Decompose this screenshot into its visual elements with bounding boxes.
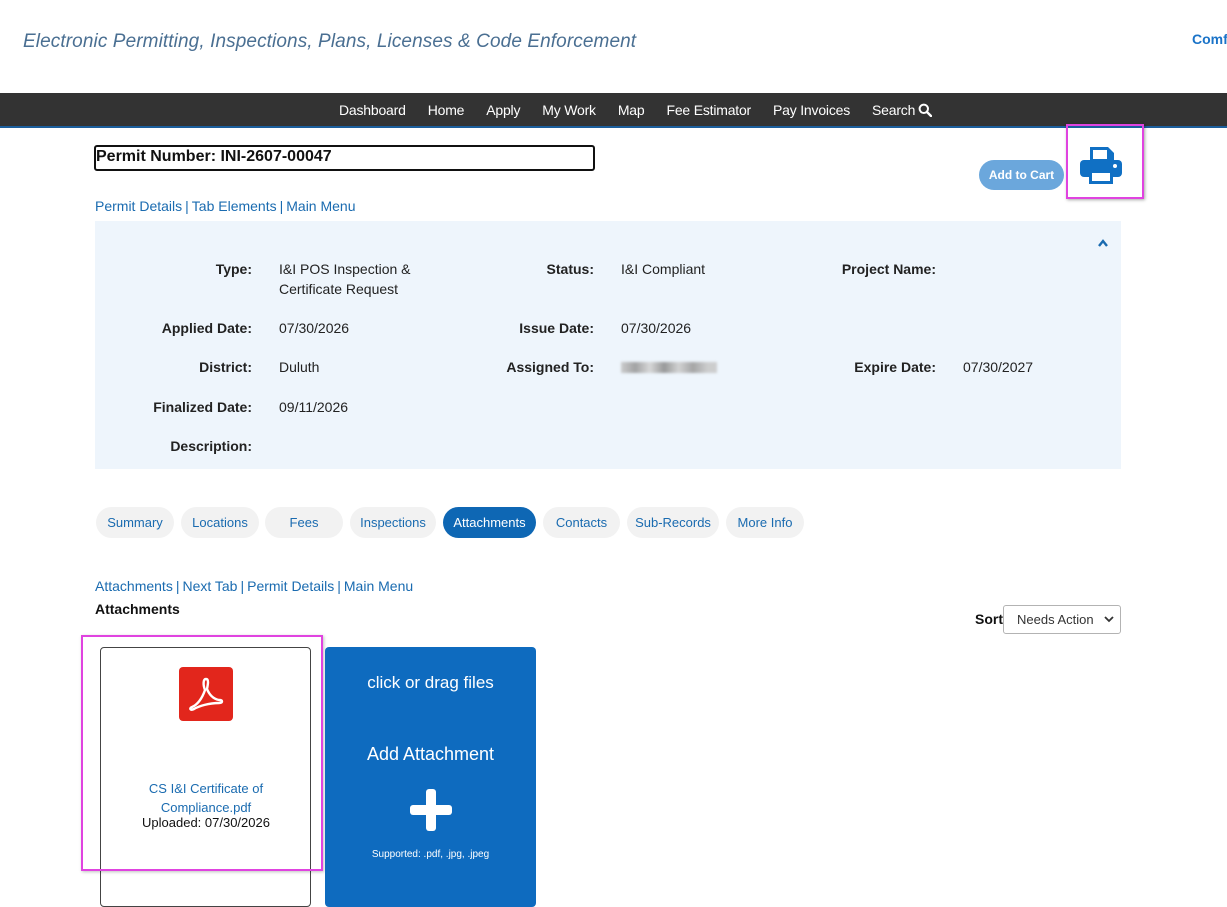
sort-label: Sort bbox=[975, 611, 1003, 627]
permit-number-box: Permit Number: INI-2607-00047 bbox=[94, 145, 595, 171]
tab-fees[interactable]: Fees bbox=[265, 507, 343, 538]
tab-inspections[interactable]: Inspections bbox=[350, 507, 436, 538]
district-value: Duluth bbox=[279, 359, 320, 375]
project-name-label: Project Name: bbox=[841, 261, 936, 277]
expire-date-value: 07/30/2027 bbox=[963, 359, 1034, 375]
permit-details-panel bbox=[95, 221, 1121, 469]
nav-home[interactable]: Home bbox=[428, 102, 465, 118]
search-icon bbox=[918, 103, 933, 117]
link-tab-elements[interactable]: Tab Elements bbox=[192, 198, 277, 214]
tab-attachments[interactable]: Attachments bbox=[443, 507, 536, 538]
dropzone-add-label: Add Attachment bbox=[366, 744, 495, 764]
link-main-menu-2[interactable]: Main Menu bbox=[344, 578, 413, 594]
attachment-links: Attachments | Next Tab | Permit Details | Main… bbox=[95, 578, 414, 594]
type-label: Type: bbox=[215, 261, 252, 277]
tab-contacts[interactable]: Contacts bbox=[543, 507, 620, 538]
plus-icon bbox=[410, 789, 452, 831]
dropzone-prompt: click or drag files bbox=[367, 673, 494, 692]
nav-pay-invoices[interactable]: Pay Invoices bbox=[773, 102, 850, 118]
finalized-date-label: Finalized Date: bbox=[153, 399, 252, 415]
site-title: Electronic Permitting, Inspections, Plan… bbox=[23, 31, 637, 52]
chevron-up-icon[interactable] bbox=[1097, 238, 1109, 248]
nav-dashboard[interactable]: Dashboard bbox=[339, 102, 406, 118]
printer-icon[interactable] bbox=[1079, 145, 1123, 186]
status-value: I&I Compliant bbox=[621, 261, 706, 277]
link-permit-details-2[interactable]: Permit Details bbox=[247, 578, 334, 594]
nav-fee-estimator[interactable]: Fee Estimator bbox=[666, 102, 751, 118]
nav-items: Dashboard Home Apply My Work Map Fee Est… bbox=[339, 93, 954, 126]
link-main-menu[interactable]: Main Menu bbox=[286, 198, 355, 214]
nav-my-work[interactable]: My Work bbox=[542, 102, 596, 118]
sort-select-value: Needs Action bbox=[1017, 612, 1094, 627]
dropzone-supported-types: Supported: .pdf, .jpg, .jpeg bbox=[371, 849, 490, 860]
description-label: Description: bbox=[170, 438, 252, 454]
link-permit-details[interactable]: Permit Details bbox=[95, 198, 182, 214]
header-corner-link[interactable]: Comf bbox=[1192, 31, 1227, 47]
nav-map[interactable]: Map bbox=[618, 102, 645, 118]
main-navbar: Dashboard Home Apply My Work Map Fee Est… bbox=[0, 93, 1227, 128]
tab-locations[interactable]: Locations bbox=[181, 507, 259, 538]
assigned-to-label: Assigned To: bbox=[506, 359, 594, 375]
chevron-down-icon bbox=[1104, 616, 1114, 623]
sort-select[interactable]: Needs Action bbox=[1003, 605, 1121, 634]
finalized-date-value: 09/11/2026 bbox=[279, 399, 349, 415]
issue-date-label: Issue Date: bbox=[519, 320, 594, 336]
status-label: Status: bbox=[546, 261, 594, 277]
issue-date-value: 07/30/2026 bbox=[621, 320, 692, 336]
district-label: District: bbox=[199, 359, 252, 375]
attachment-highlight-box bbox=[81, 635, 323, 871]
add-to-cart-button[interactable]: Add to Cart bbox=[979, 160, 1064, 190]
nav-apply[interactable]: Apply bbox=[486, 102, 520, 118]
attachments-heading: Attachments bbox=[95, 601, 180, 617]
nav-search[interactable]: Search bbox=[872, 101, 933, 118]
applied-date-value: 07/30/2026 bbox=[279, 320, 350, 336]
add-attachment-dropzone[interactable]: click or drag files Add Attachment Suppo… bbox=[325, 647, 536, 907]
type-value: I&I POS Inspection & Certificate Request bbox=[279, 261, 411, 297]
applied-date-label: Applied Date: bbox=[161, 320, 252, 336]
permit-links: Permit Details | Tab Elements | Main Menu bbox=[95, 198, 356, 214]
link-attachments[interactable]: Attachments bbox=[95, 578, 173, 594]
assigned-to-value-redacted bbox=[621, 362, 717, 373]
nav-search-label: Search bbox=[872, 101, 916, 118]
tab-sub-records[interactable]: Sub-Records bbox=[627, 507, 719, 538]
expire-date-label: Expire Date: bbox=[854, 359, 936, 375]
link-next-tab[interactable]: Next Tab bbox=[182, 578, 237, 594]
tab-more-info[interactable]: More Info bbox=[726, 507, 804, 538]
tab-summary[interactable]: Summary bbox=[96, 507, 174, 538]
